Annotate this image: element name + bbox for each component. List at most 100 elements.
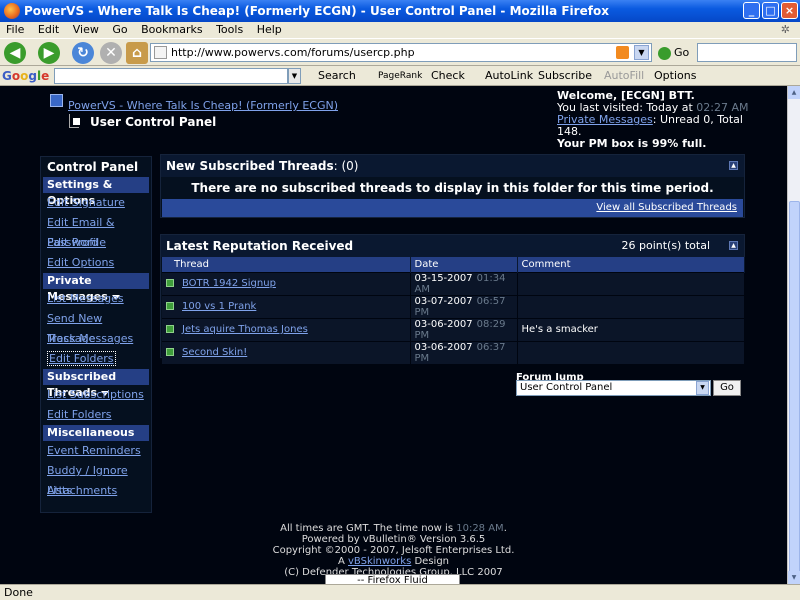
- pm-box-status: Your PM box is 99% full.: [557, 137, 707, 150]
- comment-cell: [517, 340, 745, 364]
- menu-edit[interactable]: Edit: [38, 22, 59, 38]
- scroll-down-icon[interactable]: ▼: [788, 571, 800, 584]
- footer: All times are GMT. The time now is 10:28…: [0, 523, 787, 578]
- menu-bar: File Edit View Go Bookmarks Tools Help ✲: [0, 22, 800, 38]
- chevron-down-icon[interactable]: ▼: [634, 45, 649, 60]
- style-chooser-select[interactable]: -- Firefox Fluid: [325, 574, 460, 584]
- thread-cell: BOTR 1942 Signup: [162, 271, 411, 295]
- google-logo[interactable]: Google: [2, 66, 49, 86]
- comment-cell: He's a smacker: [517, 317, 745, 341]
- positive-rep-icon: [166, 325, 174, 333]
- column-header-comment: Comment: [517, 257, 745, 272]
- sidebar-section-miscellaneous: Miscellaneous: [43, 425, 149, 441]
- welcome-box: Welcome, [ECGN] BTT. You last visited: T…: [557, 90, 757, 150]
- pagerank-indicator[interactable]: PageRank: [378, 66, 422, 86]
- thread-link[interactable]: Jets aquire Thomas Jones: [182, 324, 308, 335]
- sidebar-item-pm-edit-folders[interactable]: Edit Folders: [41, 349, 151, 369]
- chevron-down-icon: ▼: [696, 381, 709, 395]
- sidebar-item-edit-signature[interactable]: Edit Signature: [41, 193, 151, 213]
- menu-view[interactable]: View: [73, 22, 99, 38]
- rss-icon[interactable]: [616, 46, 629, 59]
- scroll-up-icon[interactable]: ▲: [788, 86, 800, 99]
- google-search-input[interactable]: [54, 68, 288, 84]
- menu-tools[interactable]: Tools: [216, 22, 243, 38]
- google-toolbar: Google ▼ Search PageRank Check AutoLink …: [0, 66, 800, 86]
- reload-icon[interactable]: ↻: [72, 42, 94, 64]
- table-row: Second Skin! 03-06-2007 06:37 PM: [162, 340, 745, 364]
- view-all-subscribed-link[interactable]: View all Subscribed Threads: [596, 202, 737, 213]
- column-header-thread: Thread: [162, 257, 411, 272]
- date-cell: 03-07-2007 06:57 PM: [410, 294, 518, 318]
- sidebar-item-sub-edit-folders[interactable]: Edit Folders: [41, 405, 151, 425]
- check-button[interactable]: Check: [431, 66, 465, 86]
- sidebar-section-settings: Settings & Options: [43, 177, 149, 207]
- chevron-down-icon[interactable]: ▼: [288, 68, 301, 84]
- stop-icon[interactable]: ✕: [100, 42, 122, 64]
- sidebar-item-send-new-message[interactable]: Send New Message: [41, 309, 151, 345]
- scroll-thumb[interactable]: [789, 201, 800, 576]
- thread-link[interactable]: BOTR 1942 Signup: [182, 278, 276, 289]
- menu-go[interactable]: Go: [112, 22, 127, 38]
- menu-help[interactable]: Help: [257, 22, 282, 38]
- page-title: User Control Panel: [90, 115, 217, 129]
- reputation-total: 26 point(s) total: [621, 239, 710, 252]
- vbskinworks-link[interactable]: vBSkinworks: [348, 556, 411, 567]
- forward-icon[interactable]: ▶: [38, 42, 60, 64]
- page-icon: [154, 46, 167, 59]
- go-label: Go: [674, 46, 690, 59]
- thread-link[interactable]: 100 vs 1 Prank: [182, 301, 256, 312]
- sidebar-item-attachments[interactable]: Attachments: [41, 481, 151, 501]
- thread-cell: Jets aquire Thomas Jones: [162, 317, 411, 341]
- minimize-button[interactable]: _: [743, 2, 760, 19]
- collapse-icon[interactable]: ▲: [729, 241, 738, 250]
- sidebar-item-edit-profile[interactable]: Edit Profile: [41, 233, 151, 253]
- subscribe-button[interactable]: Subscribe: [538, 66, 592, 86]
- tree-icon: [69, 114, 80, 128]
- url-bar[interactable]: http://www.powervs.com/forums/usercp.php…: [150, 43, 652, 62]
- breadcrumb-root-link[interactable]: PowerVS - Where Talk Is Cheap! (Formerly…: [68, 99, 338, 112]
- sidebar-section-subscribed-threads[interactable]: Subscribed Threads: [43, 369, 149, 399]
- date-text: 03-07-2007: [414, 295, 473, 307]
- autofill-button[interactable]: AutoFill: [604, 66, 644, 86]
- google-search-button[interactable]: Search: [318, 66, 356, 86]
- footer-design-pre: A: [337, 556, 345, 567]
- thread-link[interactable]: Second Skin!: [182, 347, 247, 358]
- table-row: BOTR 1942 Signup 03-15-2007 01:34 AM: [162, 271, 745, 295]
- search-input[interactable]: [697, 43, 797, 62]
- back-icon[interactable]: ◀: [4, 42, 26, 64]
- options-button[interactable]: Options: [654, 66, 696, 86]
- subscribed-threads-header: New Subscribed Threads: (0) ▲: [161, 155, 744, 177]
- table-row: Jets aquire Thomas Jones 03-06-2007 08:29…: [162, 317, 745, 341]
- menu-file[interactable]: File: [6, 22, 24, 38]
- forum-jump-go-button[interactable]: Go: [713, 380, 741, 396]
- no-threads-message: There are no subscribed threads to displ…: [191, 181, 714, 195]
- sidebar-item-track-messages[interactable]: Track Messages: [41, 329, 151, 349]
- close-button[interactable]: ×: [781, 2, 798, 19]
- thread-count: : (0): [333, 159, 359, 173]
- maximize-button[interactable]: □: [762, 2, 779, 19]
- date-text: 03-06-2007: [414, 341, 473, 353]
- collapse-icon[interactable]: ▲: [729, 161, 738, 170]
- sidebar-item-edit-email-password[interactable]: Edit Email & Password: [41, 213, 151, 249]
- url-text: http://www.powervs.com/forums/usercp.php: [171, 46, 415, 59]
- page-content: PowerVS - Where Talk Is Cheap! (Formerly…: [0, 86, 787, 584]
- sidebar-item-buddy-ignore-lists[interactable]: Buddy / Ignore Lists: [41, 461, 151, 497]
- date-text: 03-15-2007: [414, 272, 473, 284]
- menu-bookmarks[interactable]: Bookmarks: [141, 22, 202, 38]
- date-cell: 03-06-2007 06:37 PM: [410, 340, 518, 364]
- sidebar-item-list-subscriptions[interactable]: List Subscriptions: [41, 385, 151, 405]
- go-button[interactable]: Go: [658, 46, 689, 60]
- forum-jump-select[interactable]: User Control Panel ▼: [516, 380, 711, 396]
- column-header-date: Date: [410, 257, 518, 272]
- sidebar-item-list-messages[interactable]: List Messages: [41, 289, 151, 309]
- autolink-button[interactable]: AutoLink: [485, 66, 533, 86]
- vertical-scrollbar[interactable]: ▲ ▼: [787, 86, 800, 584]
- date-text: 03-06-2007: [414, 318, 473, 330]
- footer-powered-by: Powered by vBulletin® Version 3.6.5: [301, 534, 486, 545]
- sidebar-section-private-messages[interactable]: Private Messages: [43, 273, 149, 303]
- sidebar-item-edit-options[interactable]: Edit Options: [41, 253, 151, 273]
- sidebar-item-event-reminders[interactable]: Event Reminders: [41, 441, 151, 461]
- home-icon[interactable]: ⌂: [126, 42, 148, 64]
- footer-design-post: Design: [414, 556, 450, 567]
- item-label: Edit Folders: [47, 351, 116, 366]
